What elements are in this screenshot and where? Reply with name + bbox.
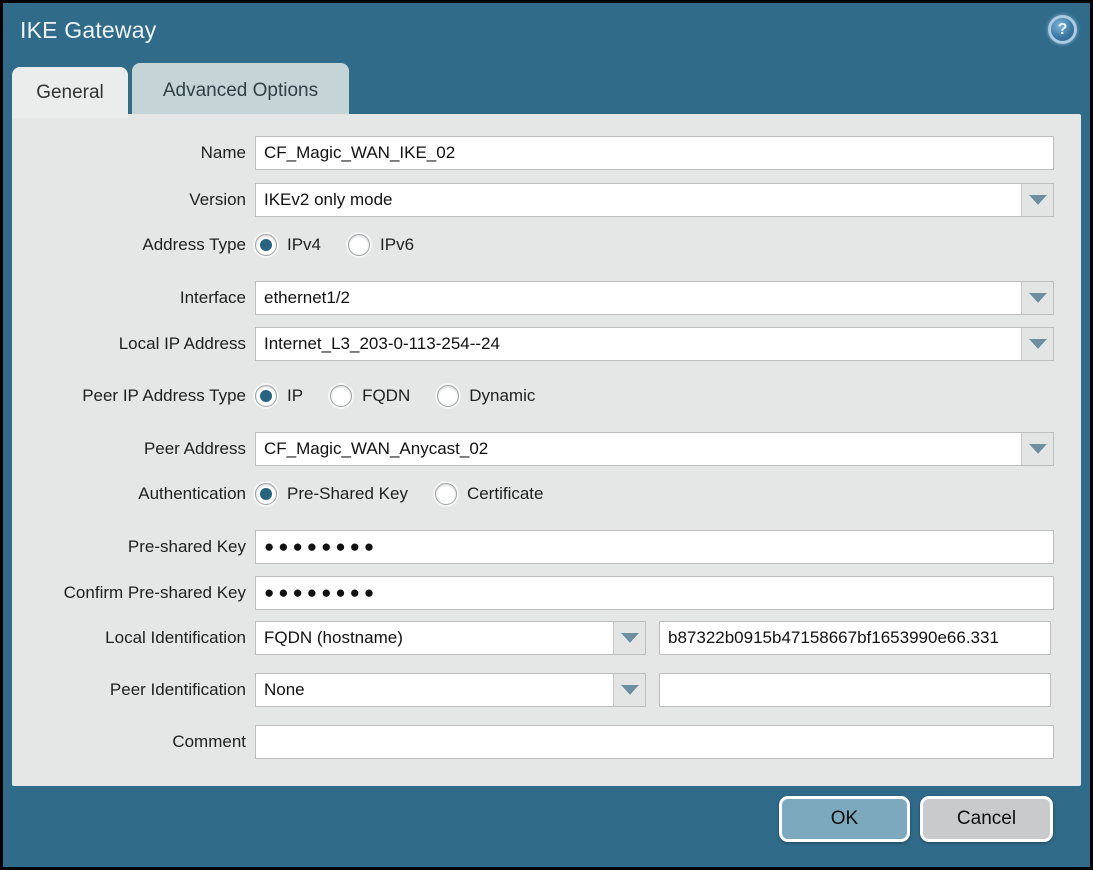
- local-identification-type-dropdown: [255, 621, 646, 655]
- address-type-label: Address Type: [12, 235, 255, 255]
- tab-advanced-options[interactable]: Advanced Options: [132, 63, 349, 118]
- peer-ip-address-type-label: Peer IP Address Type: [12, 386, 255, 406]
- confirm-pre-shared-key-input[interactable]: [255, 576, 1054, 610]
- local-ip-address-row: Local IP Address: [12, 327, 1081, 361]
- local-ip-address-input[interactable]: [256, 328, 1021, 360]
- auth-certificate-label: Certificate: [467, 484, 544, 504]
- confirm-pre-shared-key-row: Confirm Pre-shared Key: [12, 576, 1081, 610]
- address-type-ipv6-radio[interactable]: IPv6: [348, 234, 414, 256]
- comment-row: Comment: [12, 725, 1081, 759]
- radio-unselected-icon: [348, 234, 370, 256]
- radio-selected-icon: [255, 483, 277, 505]
- tab-advanced-options-label: Advanced Options: [163, 80, 318, 102]
- pre-shared-key-label: Pre-shared Key: [12, 537, 255, 557]
- peer-ip-type-ip-radio[interactable]: IP: [255, 385, 303, 407]
- local-ip-address-dropdown-button[interactable]: [1021, 328, 1053, 360]
- peer-address-dropdown: [255, 432, 1054, 466]
- local-ip-address-dropdown: [255, 327, 1054, 361]
- address-type-ipv4-label: IPv4: [287, 235, 321, 255]
- peer-identification-type-input[interactable]: [256, 674, 613, 706]
- peer-address-dropdown-button[interactable]: [1021, 433, 1053, 465]
- chevron-down-icon: [1029, 195, 1047, 205]
- version-dropdown-button[interactable]: [1021, 184, 1053, 216]
- radio-unselected-icon: [330, 385, 352, 407]
- name-label: Name: [12, 143, 255, 163]
- peer-ip-address-type-row: Peer IP Address Type IP FQDN Dynamic: [12, 382, 1081, 410]
- name-row: Name: [12, 136, 1081, 170]
- radio-unselected-icon: [437, 385, 459, 407]
- ike-gateway-dialog: IKE Gateway ? Advanced Options General N…: [3, 3, 1090, 867]
- pre-shared-key-row: Pre-shared Key: [12, 530, 1081, 564]
- confirm-pre-shared-key-label: Confirm Pre-shared Key: [12, 583, 255, 603]
- peer-address-row: Peer Address: [12, 432, 1081, 466]
- address-type-ipv6-label: IPv6: [380, 235, 414, 255]
- auth-certificate-radio[interactable]: Certificate: [435, 483, 544, 505]
- peer-ip-type-dynamic-label: Dynamic: [469, 386, 535, 406]
- dialog-title: IKE Gateway: [20, 17, 156, 44]
- local-identification-dropdown-button[interactable]: [613, 622, 645, 654]
- local-identification-type-input[interactable]: [256, 622, 613, 654]
- peer-ip-type-fqdn-radio[interactable]: FQDN: [330, 385, 410, 407]
- local-identification-value-input[interactable]: [659, 621, 1051, 655]
- address-type-ipv4-radio[interactable]: IPv4: [255, 234, 321, 256]
- chevron-down-icon: [621, 685, 639, 695]
- interface-dropdown-button[interactable]: [1021, 282, 1053, 314]
- local-identification-row: Local Identification: [12, 621, 1081, 655]
- auth-pre-shared-key-radio[interactable]: Pre-Shared Key: [255, 483, 408, 505]
- tab-general-label: General: [36, 82, 104, 104]
- version-dropdown: [255, 183, 1054, 217]
- chevron-down-icon: [1029, 444, 1047, 454]
- radio-unselected-icon: [435, 483, 457, 505]
- name-input[interactable]: [255, 136, 1054, 170]
- ok-button[interactable]: OK: [779, 796, 910, 842]
- chevron-down-icon: [1029, 339, 1047, 349]
- peer-ip-type-dynamic-radio[interactable]: Dynamic: [437, 385, 535, 407]
- peer-address-input[interactable]: [256, 433, 1021, 465]
- version-input[interactable]: [256, 184, 1021, 216]
- peer-identification-value-input[interactable]: [659, 673, 1051, 707]
- help-question-icon[interactable]: ?: [1048, 15, 1077, 44]
- version-label: Version: [12, 190, 255, 210]
- peer-identification-type-dropdown: [255, 673, 646, 707]
- peer-identification-row: Peer Identification: [12, 673, 1081, 707]
- address-type-row: Address Type IPv4 IPv6: [12, 231, 1081, 259]
- peer-ip-type-ip-label: IP: [287, 386, 303, 406]
- comment-input[interactable]: [255, 725, 1054, 759]
- authentication-label: Authentication: [12, 484, 255, 504]
- peer-identification-label: Peer Identification: [12, 680, 255, 700]
- general-tab-panel: Name Version Address Type IP: [12, 114, 1081, 786]
- peer-address-label: Peer Address: [12, 439, 255, 459]
- local-ip-address-label: Local IP Address: [12, 334, 255, 354]
- version-row: Version: [12, 183, 1081, 217]
- comment-label: Comment: [12, 732, 255, 752]
- authentication-row: Authentication Pre-Shared Key Certificat…: [12, 480, 1081, 508]
- interface-input[interactable]: [256, 282, 1021, 314]
- pre-shared-key-input[interactable]: [255, 530, 1054, 564]
- cancel-button[interactable]: Cancel: [920, 796, 1053, 842]
- peer-identification-dropdown-button[interactable]: [613, 674, 645, 706]
- chevron-down-icon: [621, 633, 639, 643]
- interface-row: Interface: [12, 281, 1081, 315]
- radio-selected-icon: [255, 234, 277, 256]
- tab-general[interactable]: General: [12, 67, 128, 118]
- radio-selected-icon: [255, 385, 277, 407]
- cancel-button-label: Cancel: [957, 808, 1016, 830]
- local-identification-label: Local Identification: [12, 628, 255, 648]
- auth-pre-shared-key-label: Pre-Shared Key: [287, 484, 408, 504]
- interface-dropdown: [255, 281, 1054, 315]
- ok-button-label: OK: [831, 808, 858, 830]
- peer-ip-type-fqdn-label: FQDN: [362, 386, 410, 406]
- interface-label: Interface: [12, 288, 255, 308]
- chevron-down-icon: [1029, 293, 1047, 303]
